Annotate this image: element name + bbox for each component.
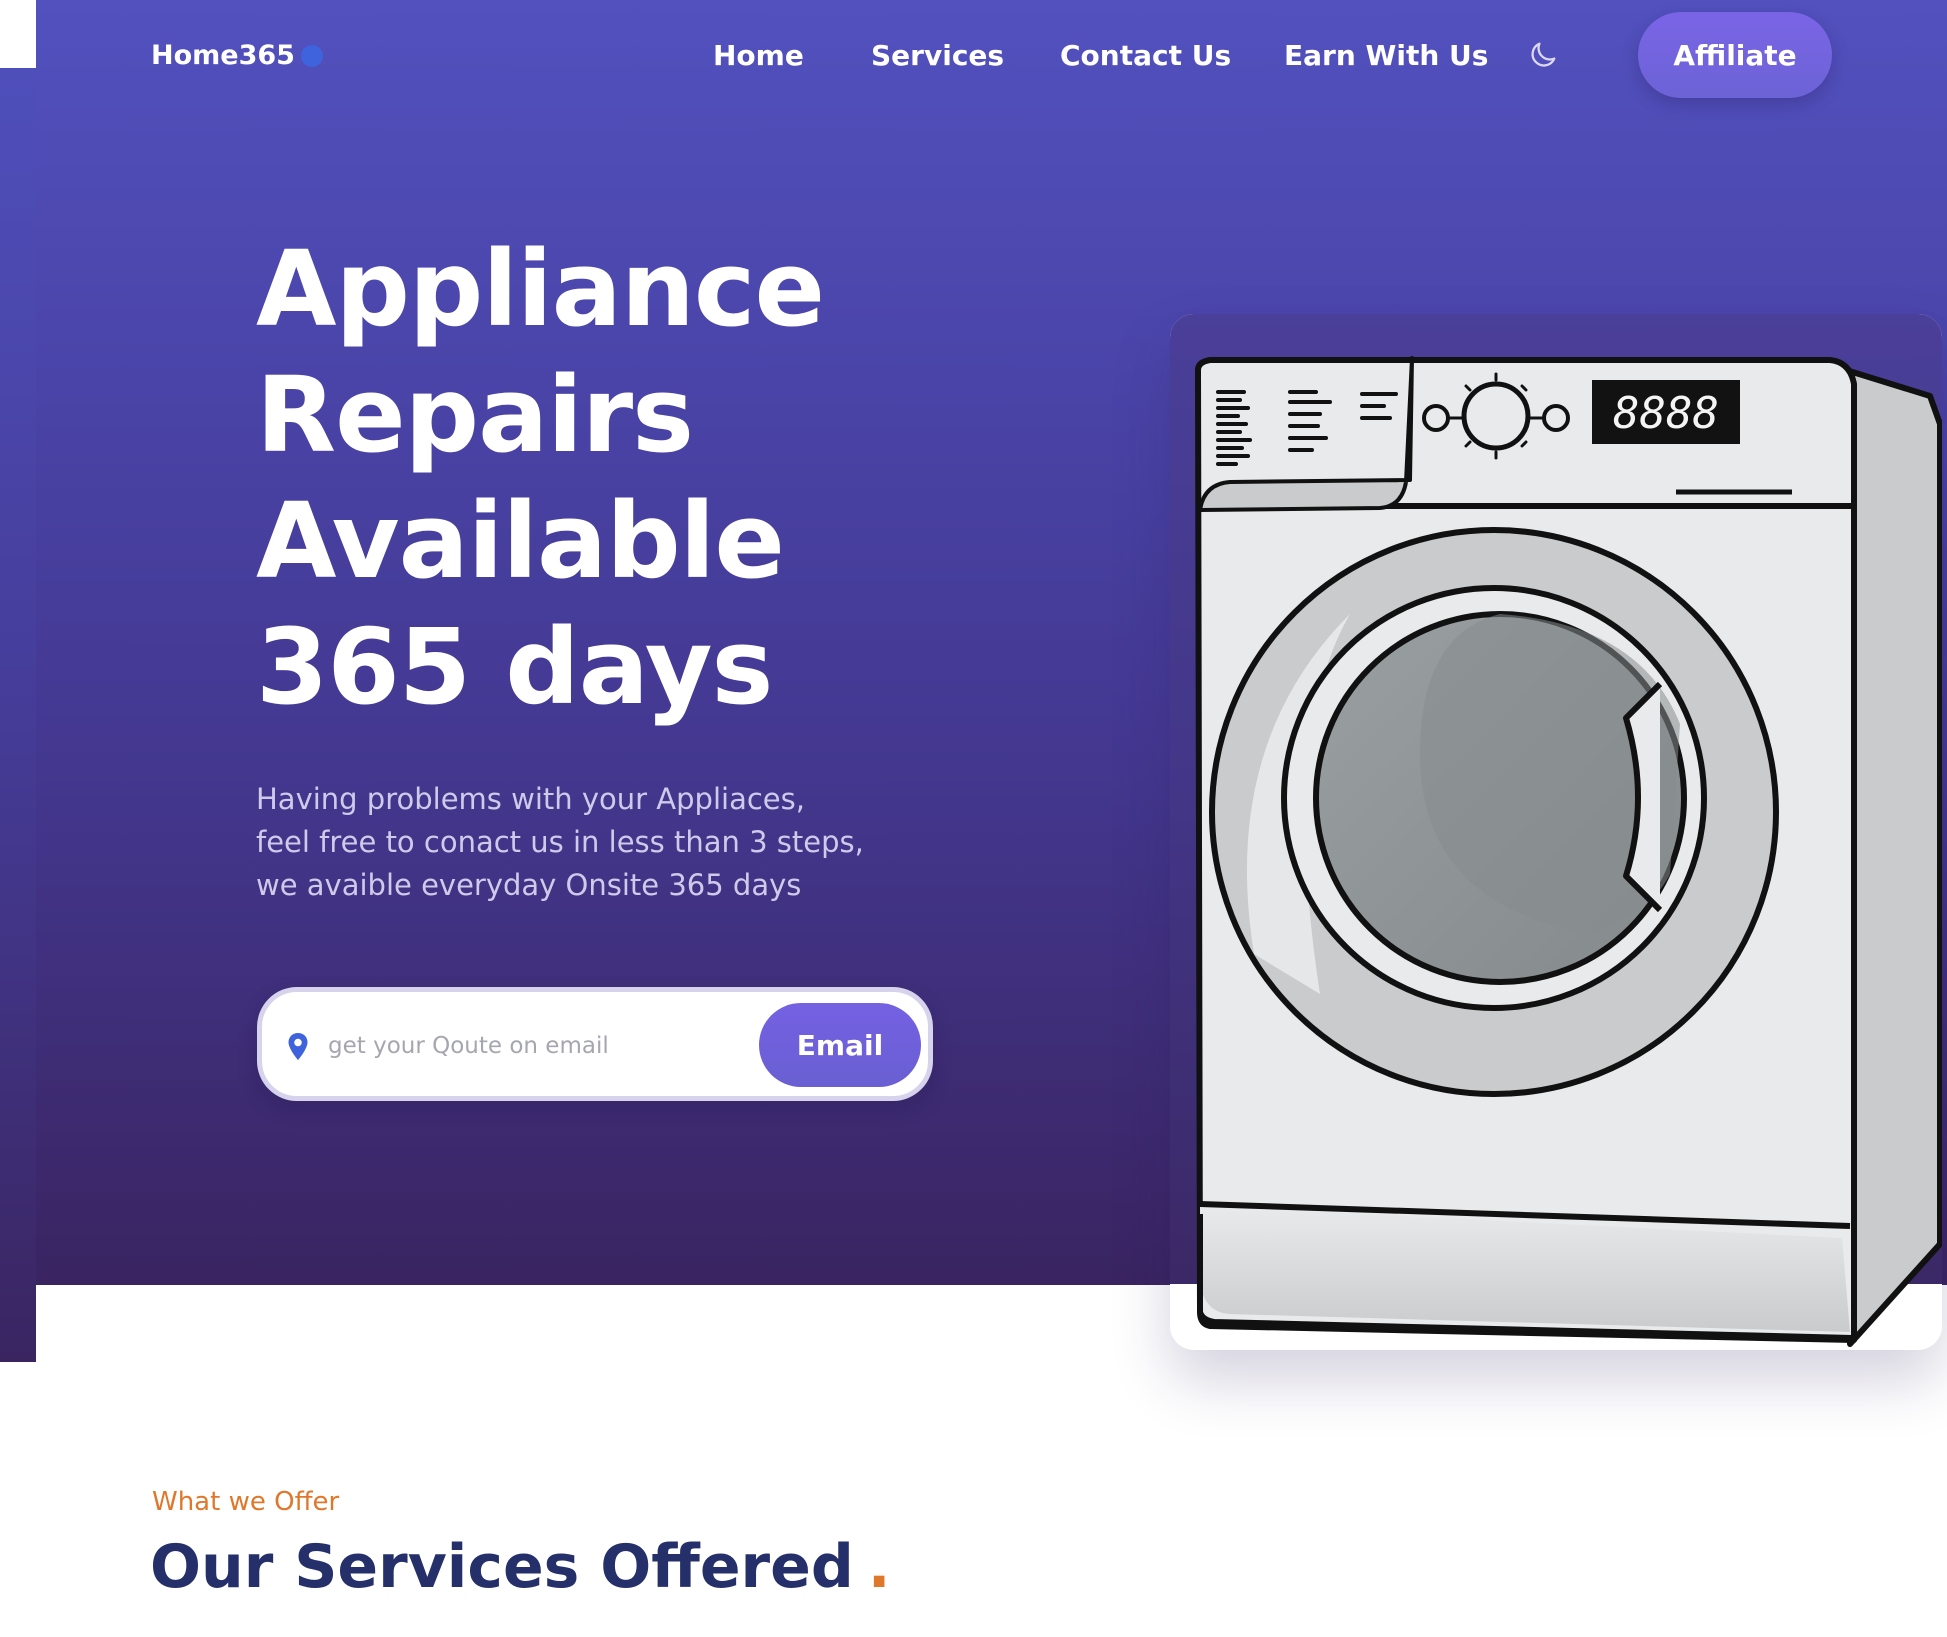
services-title-text: Our Services Offered — [150, 1532, 854, 1602]
nav-earn-with-us[interactable]: Earn With Us — [1284, 39, 1488, 72]
email-button[interactable]: Email — [759, 1003, 921, 1087]
hero-title-line: 365 days — [256, 606, 773, 728]
affiliate-button[interactable]: Affiliate — [1638, 12, 1832, 98]
quote-form: Email — [257, 987, 933, 1101]
hero-title-line: Repairs — [256, 354, 694, 476]
brand-dot-icon — [300, 44, 323, 67]
hero-subtitle: Having problems with your Appliaces, fee… — [256, 778, 896, 907]
brand-name: Home365 — [151, 40, 295, 71]
hero-subtitle-line: Having problems with your Appliaces, — [256, 782, 805, 816]
services-eyebrow: What we Offer — [152, 1487, 340, 1517]
nav-home[interactable]: Home — [713, 39, 804, 72]
hero-title-line: Available — [256, 480, 785, 602]
hero-title: Appliance Repairs Available 365 days — [256, 226, 936, 730]
brand-logo[interactable]: Home365 — [151, 40, 323, 71]
washing-machine-illustration: 8888 — [1170, 314, 1942, 1350]
hero-subtitle-line: feel free to conact us in less than 3 st… — [256, 825, 864, 859]
services-title: Our Services Offered. — [150, 1532, 891, 1602]
washer-display-text: 8888 — [1613, 388, 1719, 439]
hero-left-strip — [0, 68, 36, 1362]
hero-subtitle-line: we avaible everyday Onsite 365 days — [256, 868, 802, 902]
nav-contact-us[interactable]: Contact Us — [1060, 39, 1231, 72]
quote-email-input[interactable] — [326, 1022, 730, 1070]
moon-icon[interactable] — [1526, 38, 1560, 72]
washing-machine-drawing: 8888 — [1195, 356, 1942, 1347]
nav-services[interactable]: Services — [871, 39, 1004, 72]
location-pin-icon — [288, 1033, 308, 1060]
services-title-dot: . — [867, 1532, 891, 1602]
hero-title-line: Appliance — [256, 228, 825, 350]
